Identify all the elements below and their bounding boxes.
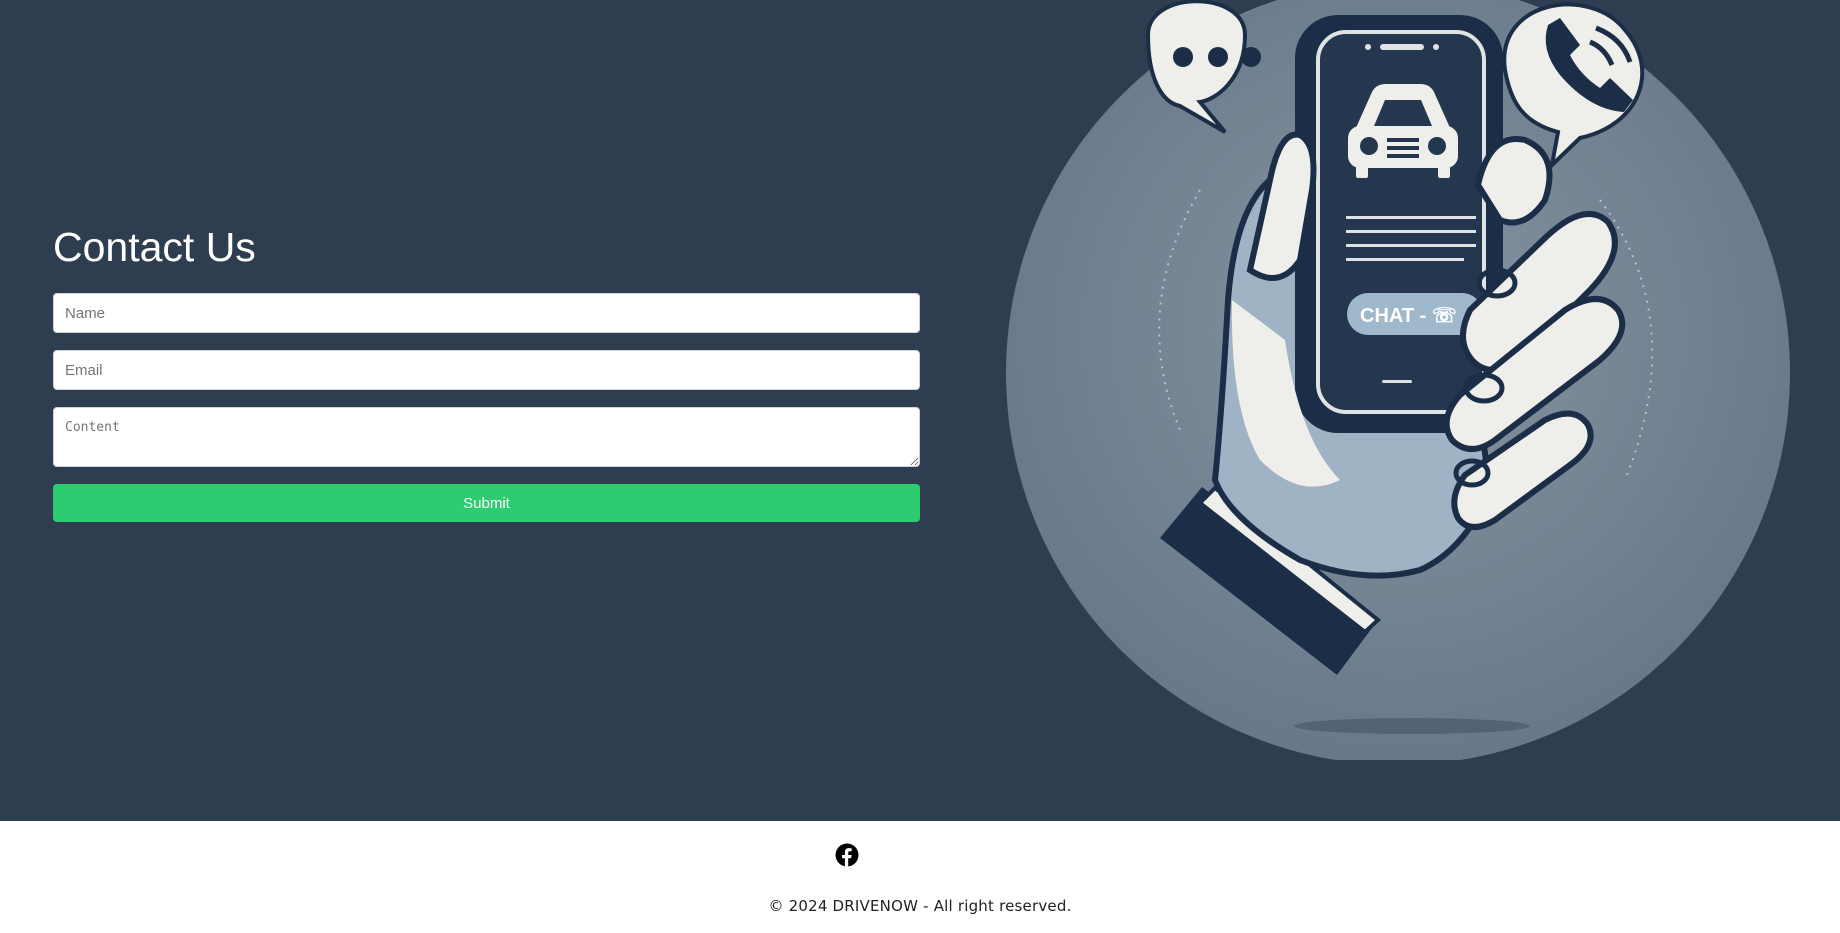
phone-badge-text: CHAT - ☏ (1360, 305, 1457, 327)
contact-section: Contact Us Submit (0, 0, 1840, 821)
copyright-text: © 2024 DRIVENOW - All right reserved. (768, 897, 1072, 915)
submit-button[interactable]: Submit (53, 484, 920, 522)
contact-form: Contact Us Submit (53, 222, 920, 522)
facebook-link[interactable] (835, 843, 859, 867)
name-input[interactable] (53, 293, 920, 333)
contact-illustration: CHAT - ☏ (1006, 0, 1790, 760)
page-footer: © 2024 DRIVENOW - All right reserved. (0, 821, 1840, 933)
phone-device: CHAT - ☏ (1295, 15, 1503, 433)
email-input[interactable] (53, 350, 920, 390)
page-title: Contact Us (53, 224, 256, 270)
shadow-shape (1294, 718, 1530, 734)
facebook-icon (835, 843, 859, 867)
content-textarea[interactable] (53, 407, 920, 467)
